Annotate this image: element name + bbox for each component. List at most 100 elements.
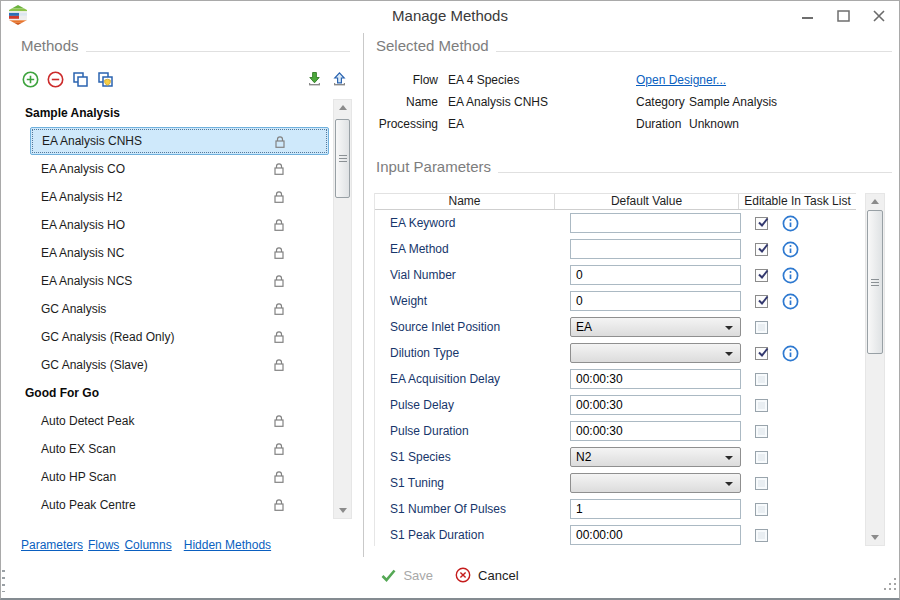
- method-item[interactable]: GC Analysis: [30, 295, 329, 323]
- parameter-default-cell: 1: [555, 499, 739, 519]
- parameter-editable-cell: [739, 477, 856, 490]
- footer-link-flows[interactable]: Flows: [88, 538, 119, 552]
- cancel-x-icon: [455, 567, 471, 583]
- editable-checkbox[interactable]: [755, 503, 768, 516]
- scroll-up-icon[interactable]: [866, 194, 884, 209]
- method-item-label: Auto HP Scan: [41, 470, 116, 484]
- editable-checkbox[interactable]: [755, 529, 768, 542]
- parameter-row: Pulse Delay 00:00:30: [375, 392, 856, 418]
- parameter-input[interactable]: [570, 213, 741, 233]
- parameter-name: Source Inlet Position: [375, 320, 555, 334]
- cancel-button[interactable]: Cancel: [455, 567, 518, 583]
- parameter-input[interactable]: 00:00:30: [570, 395, 741, 415]
- method-item-label: GC Analysis (Slave): [41, 358, 148, 372]
- column-editable: Editable In Task List: [739, 194, 856, 209]
- editable-checkbox[interactable]: [755, 399, 768, 412]
- parameter-default-cell: [555, 473, 739, 493]
- scroll-up-icon[interactable]: [334, 100, 351, 115]
- scroll-down-icon[interactable]: [866, 530, 884, 545]
- method-item-label: GC Analysis (Read Only): [41, 330, 174, 344]
- method-item[interactable]: Auto EX Scan: [30, 435, 329, 463]
- parameter-default-cell: N2: [555, 447, 739, 467]
- methods-list-scrollbar[interactable]: [333, 99, 352, 519]
- resize-grip[interactable]: [884, 577, 897, 595]
- parameter-row: Dilution Type: [375, 340, 856, 366]
- parameter-editable-cell: [739, 373, 856, 386]
- method-item[interactable]: EA Analysis H2: [30, 183, 329, 211]
- add-method-icon[interactable]: [21, 70, 39, 88]
- close-button[interactable]: [861, 1, 897, 31]
- parameter-dropdown[interactable]: [570, 473, 741, 493]
- duration-label: Duration: [636, 117, 689, 131]
- parameter-default-cell: 0: [555, 291, 739, 311]
- import-methods-icon[interactable]: [305, 70, 323, 88]
- column-name: Name: [375, 194, 555, 209]
- method-item[interactable]: Auto HP Scan: [30, 463, 329, 491]
- copy-method-special-icon[interactable]: [96, 70, 114, 88]
- parameter-row: S1 Number Of Pulses1: [375, 496, 856, 522]
- lock-icon: [273, 442, 285, 456]
- parameters-table-header: Name Default Value Editable In Task List: [375, 193, 856, 210]
- editable-checkbox[interactable]: [755, 347, 768, 360]
- lock-icon: [273, 414, 285, 428]
- editable-checkbox[interactable]: [755, 217, 768, 230]
- parameter-editable-cell: [739, 267, 856, 284]
- scroll-down-icon[interactable]: [334, 503, 351, 518]
- panel-divider: [363, 33, 364, 557]
- lock-icon: [273, 218, 285, 232]
- editable-checkbox[interactable]: [755, 477, 768, 490]
- method-item[interactable]: GC Analysis (Read Only): [30, 323, 329, 351]
- methods-toolbar: [21, 70, 348, 88]
- parameter-input[interactable]: 00:00:00: [570, 525, 741, 545]
- scroll-thumb[interactable]: [335, 119, 350, 198]
- method-item[interactable]: EA Analysis NC: [30, 239, 329, 267]
- export-methods-icon[interactable]: [330, 70, 348, 88]
- parameter-dropdown[interactable]: [570, 343, 741, 363]
- method-item[interactable]: Auto Detect Peak: [30, 407, 329, 435]
- parameter-name: Vial Number: [375, 268, 555, 282]
- minimize-button[interactable]: [789, 1, 825, 31]
- parameter-name: Pulse Delay: [375, 398, 555, 412]
- method-item[interactable]: GC Analysis (Slave): [30, 351, 329, 379]
- parameter-name: Pulse Duration: [375, 424, 555, 438]
- editable-checkbox[interactable]: [755, 295, 768, 308]
- titlebar: Manage Methods: [1, 1, 899, 31]
- editable-checkbox[interactable]: [755, 451, 768, 464]
- scroll-thumb[interactable]: [867, 210, 883, 354]
- editable-checkbox[interactable]: [755, 243, 768, 256]
- parameter-input[interactable]: 1: [570, 499, 741, 519]
- method-item[interactable]: EA Analysis CNHS: [30, 127, 329, 155]
- parameter-dropdown[interactable]: EA: [570, 317, 741, 337]
- editable-checkbox[interactable]: [755, 321, 768, 334]
- processing-value: EA: [448, 117, 464, 131]
- remove-method-icon[interactable]: [46, 70, 64, 88]
- method-item[interactable]: Auto Peak Centre: [30, 491, 329, 519]
- parameter-input[interactable]: [570, 239, 741, 259]
- lock-icon: [274, 135, 286, 149]
- method-item-label: EA Analysis NC: [41, 246, 124, 260]
- parameters-table-scrollbar[interactable]: [865, 193, 885, 546]
- method-item[interactable]: EA Analysis NCS: [30, 267, 329, 295]
- parameter-input[interactable]: 0: [570, 291, 741, 311]
- parameter-dropdown[interactable]: N2: [570, 447, 741, 467]
- footer-link-columns[interactable]: Columns: [124, 538, 171, 552]
- parameter-input[interactable]: 00:00:30: [570, 421, 741, 441]
- parameter-default-cell: 0: [555, 265, 739, 285]
- editable-checkbox[interactable]: [755, 269, 768, 282]
- parameter-input[interactable]: 00:00:30: [570, 369, 741, 389]
- editable-checkbox[interactable]: [755, 425, 768, 438]
- footer-link-parameters[interactable]: Parameters: [21, 538, 83, 552]
- info-icon: [782, 293, 799, 310]
- footer-link-hidden-methods[interactable]: Hidden Methods: [184, 538, 271, 552]
- copy-method-icon[interactable]: [71, 70, 89, 88]
- editable-checkbox[interactable]: [755, 373, 768, 386]
- maximize-button[interactable]: [825, 1, 861, 31]
- method-item[interactable]: EA Analysis CO: [30, 155, 329, 183]
- selected-method-fields-right: Open Designer... CategorySample Analysis…: [636, 69, 777, 135]
- open-designer-link[interactable]: Open Designer...: [636, 73, 726, 87]
- method-item[interactable]: EA Analysis HO: [30, 211, 329, 239]
- info-icon: [782, 215, 799, 232]
- save-button[interactable]: Save: [381, 568, 433, 583]
- category-value: Sample Analysis: [689, 95, 777, 109]
- parameter-input[interactable]: 0: [570, 265, 741, 285]
